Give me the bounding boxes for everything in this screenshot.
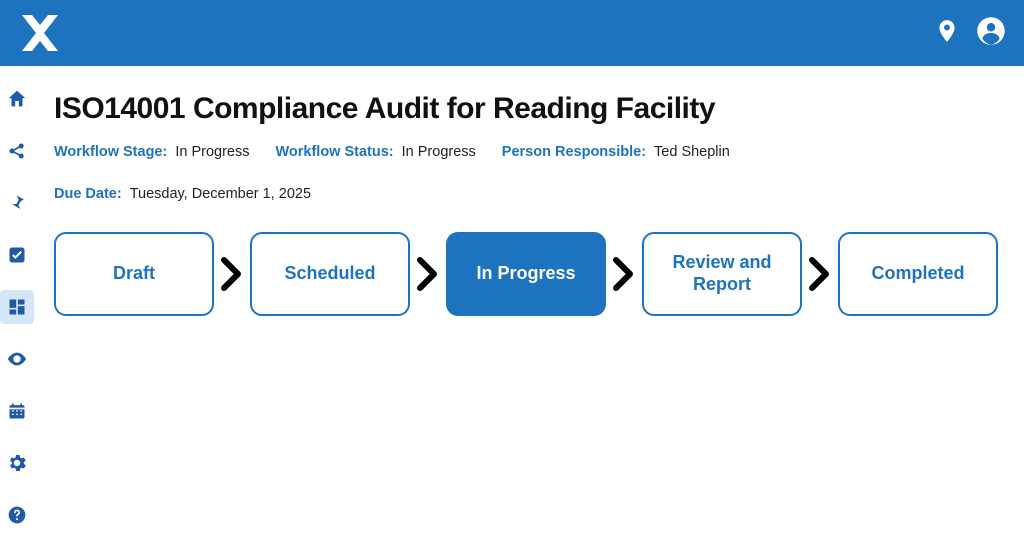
meta-label: Workflow Status: (275, 144, 393, 160)
help-icon (7, 505, 27, 525)
stage-label: Review and Report (654, 252, 790, 295)
logo-x-icon (18, 11, 62, 55)
meta-value: Tuesday, December 1, 2025 (130, 186, 311, 202)
meta-value: In Progress (175, 144, 249, 160)
sidebar-item-share[interactable] (0, 134, 34, 168)
stage-draft[interactable]: Draft (54, 232, 214, 316)
app-logo[interactable] (18, 11, 62, 55)
meta-label: Due Date: (54, 186, 122, 202)
share-icon (7, 141, 27, 161)
pin-icon (7, 193, 27, 213)
sidebar-item-help[interactable] (0, 498, 34, 532)
chevron-right-icon (220, 256, 244, 292)
body: ISO14001 Compliance Audit for Reading Fa… (0, 66, 1024, 535)
meta-workflow-stage: Workflow Stage: In Progress (54, 144, 249, 160)
checkbox-icon (7, 245, 27, 265)
meta-label: Workflow Stage: (54, 144, 167, 160)
dashboard-icon (7, 297, 27, 317)
stage-label: In Progress (476, 263, 575, 285)
page-title: ISO14001 Compliance Audit for Reading Fa… (54, 92, 998, 126)
workflow-stages: Draft Scheduled In Progress Review and R… (54, 232, 998, 316)
calendar-icon (7, 401, 27, 421)
sidebar-item-pin[interactable] (0, 186, 34, 220)
top-header (0, 0, 1024, 66)
meta-due-date: Due Date: Tuesday, December 1, 2025 (54, 186, 311, 202)
stage-completed[interactable]: Completed (838, 232, 998, 316)
stage-label: Completed (871, 263, 964, 285)
stage-label: Draft (113, 263, 155, 285)
user-account-icon[interactable] (976, 16, 1006, 51)
gear-icon (6, 452, 28, 474)
sidebar-item-settings[interactable] (0, 446, 34, 480)
stage-review-and-report[interactable]: Review and Report (642, 232, 802, 316)
sidebar (0, 66, 34, 535)
sidebar-item-checkbox[interactable] (0, 238, 34, 272)
sidebar-item-visibility[interactable] (0, 342, 34, 376)
chevron-right-icon (808, 256, 832, 292)
stage-label: Scheduled (284, 263, 375, 285)
chevron-right-icon (612, 256, 636, 292)
meta-value: In Progress (402, 144, 476, 160)
header-actions (934, 16, 1006, 51)
meta-person-responsible: Person Responsible: Ted Sheplin (502, 144, 730, 160)
sidebar-item-home[interactable] (0, 82, 34, 116)
eye-icon (6, 348, 28, 370)
stage-scheduled[interactable]: Scheduled (250, 232, 410, 316)
chevron-right-icon (416, 256, 440, 292)
meta-label: Person Responsible: (502, 144, 646, 160)
meta-row: Workflow Stage: In Progress Workflow Sta… (54, 144, 998, 202)
meta-workflow-status: Workflow Status: In Progress (275, 144, 475, 160)
home-icon (6, 88, 28, 110)
location-pin-icon[interactable] (934, 18, 960, 49)
meta-value: Ted Sheplin (654, 144, 730, 160)
sidebar-item-dashboard[interactable] (0, 290, 34, 324)
main-content: ISO14001 Compliance Audit for Reading Fa… (34, 66, 1024, 535)
stage-in-progress[interactable]: In Progress (446, 232, 606, 316)
sidebar-item-calendar[interactable] (0, 394, 34, 428)
